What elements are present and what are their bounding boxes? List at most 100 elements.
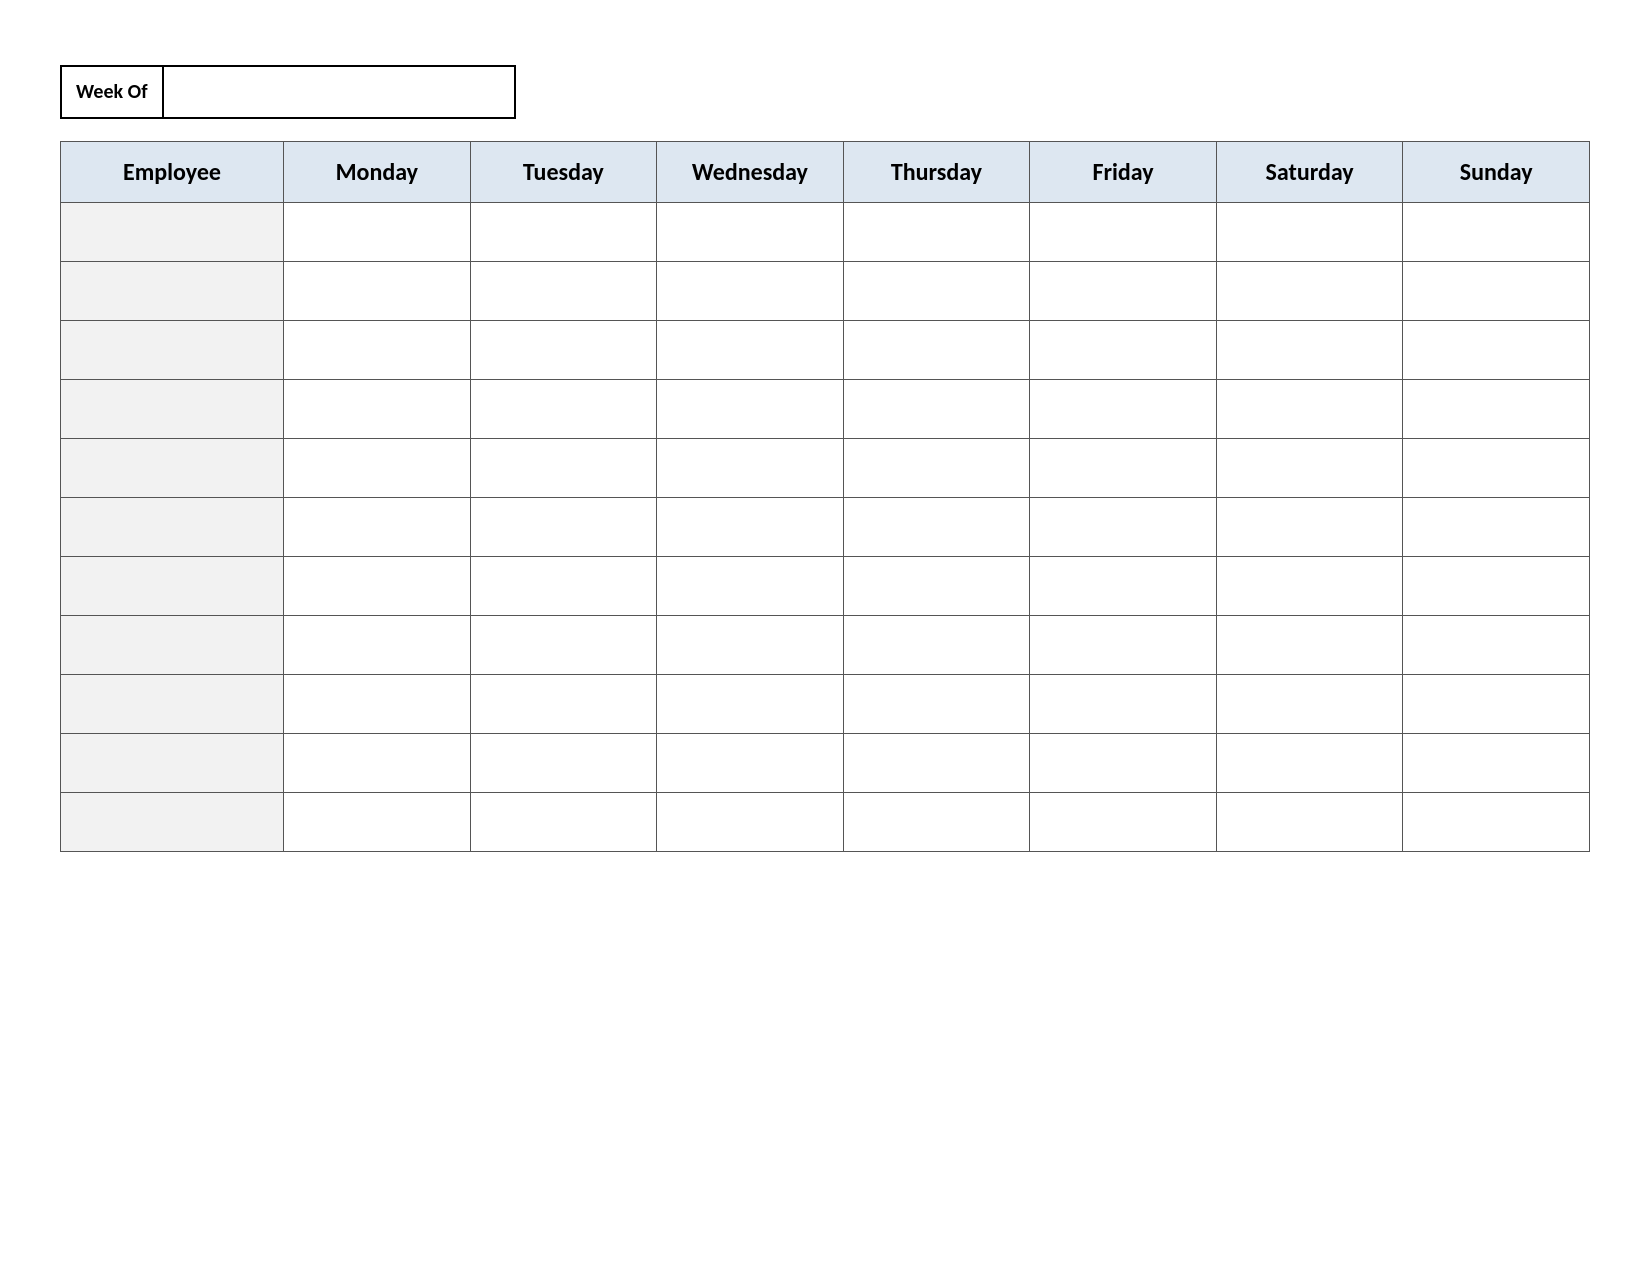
day-cell[interactable]: [284, 557, 471, 616]
day-cell[interactable]: [470, 793, 657, 852]
employee-cell[interactable]: [61, 557, 284, 616]
day-cell[interactable]: [657, 734, 844, 793]
table-row: [61, 616, 1590, 675]
employee-cell[interactable]: [61, 675, 284, 734]
day-cell[interactable]: [1403, 557, 1590, 616]
day-cell[interactable]: [284, 380, 471, 439]
day-cell[interactable]: [1030, 793, 1217, 852]
day-cell[interactable]: [1030, 498, 1217, 557]
day-cell[interactable]: [1030, 439, 1217, 498]
day-cell[interactable]: [657, 557, 844, 616]
day-cell[interactable]: [470, 203, 657, 262]
day-cell[interactable]: [1403, 793, 1590, 852]
day-cell[interactable]: [470, 321, 657, 380]
table-row: [61, 321, 1590, 380]
day-cell[interactable]: [843, 262, 1030, 321]
day-cell[interactable]: [284, 439, 471, 498]
week-of-label: Week Of: [62, 67, 164, 117]
day-cell[interactable]: [1030, 616, 1217, 675]
day-cell[interactable]: [657, 675, 844, 734]
table-row: [61, 734, 1590, 793]
day-cell[interactable]: [657, 321, 844, 380]
day-cell[interactable]: [1030, 262, 1217, 321]
employee-cell[interactable]: [61, 380, 284, 439]
day-cell[interactable]: [1403, 616, 1590, 675]
day-cell[interactable]: [284, 793, 471, 852]
table-row: [61, 557, 1590, 616]
day-cell[interactable]: [1216, 439, 1403, 498]
day-cell[interactable]: [1216, 203, 1403, 262]
day-cell[interactable]: [843, 203, 1030, 262]
day-cell[interactable]: [657, 203, 844, 262]
header-day-wednesday: Wednesday: [657, 142, 844, 203]
day-cell[interactable]: [843, 439, 1030, 498]
day-cell[interactable]: [284, 498, 471, 557]
employee-cell[interactable]: [61, 498, 284, 557]
employee-cell[interactable]: [61, 321, 284, 380]
day-cell[interactable]: [470, 734, 657, 793]
day-cell[interactable]: [470, 498, 657, 557]
day-cell[interactable]: [284, 734, 471, 793]
day-cell[interactable]: [1216, 262, 1403, 321]
day-cell[interactable]: [1403, 734, 1590, 793]
day-cell[interactable]: [657, 498, 844, 557]
day-cell[interactable]: [1216, 616, 1403, 675]
day-cell[interactable]: [1403, 380, 1590, 439]
day-cell[interactable]: [284, 675, 471, 734]
employee-cell[interactable]: [61, 734, 284, 793]
table-row: [61, 262, 1590, 321]
header-day-monday: Monday: [284, 142, 471, 203]
day-cell[interactable]: [1216, 380, 1403, 439]
employee-cell[interactable]: [61, 262, 284, 321]
day-cell[interactable]: [1030, 203, 1217, 262]
day-cell[interactable]: [1403, 262, 1590, 321]
day-cell[interactable]: [470, 616, 657, 675]
day-cell[interactable]: [1216, 675, 1403, 734]
day-cell[interactable]: [1030, 675, 1217, 734]
week-of-value[interactable]: [164, 67, 514, 117]
day-cell[interactable]: [843, 321, 1030, 380]
day-cell[interactable]: [1030, 557, 1217, 616]
day-cell[interactable]: [1403, 203, 1590, 262]
day-cell[interactable]: [843, 380, 1030, 439]
employee-cell[interactable]: [61, 203, 284, 262]
day-cell[interactable]: [284, 616, 471, 675]
day-cell[interactable]: [657, 793, 844, 852]
table-row: [61, 439, 1590, 498]
day-cell[interactable]: [470, 557, 657, 616]
day-cell[interactable]: [1403, 439, 1590, 498]
day-cell[interactable]: [1216, 793, 1403, 852]
day-cell[interactable]: [657, 262, 844, 321]
day-cell[interactable]: [470, 262, 657, 321]
day-cell[interactable]: [470, 439, 657, 498]
day-cell[interactable]: [1216, 498, 1403, 557]
week-of-field: Week Of: [60, 65, 516, 119]
day-cell[interactable]: [470, 380, 657, 439]
day-cell[interactable]: [470, 675, 657, 734]
day-cell[interactable]: [843, 498, 1030, 557]
day-cell[interactable]: [1030, 321, 1217, 380]
day-cell[interactable]: [284, 203, 471, 262]
day-cell[interactable]: [843, 734, 1030, 793]
day-cell[interactable]: [843, 675, 1030, 734]
day-cell[interactable]: [843, 793, 1030, 852]
day-cell[interactable]: [1216, 321, 1403, 380]
day-cell[interactable]: [657, 439, 844, 498]
day-cell[interactable]: [284, 262, 471, 321]
day-cell[interactable]: [1403, 675, 1590, 734]
day-cell[interactable]: [1403, 498, 1590, 557]
day-cell[interactable]: [1216, 734, 1403, 793]
schedule-body: [61, 203, 1590, 852]
day-cell[interactable]: [843, 616, 1030, 675]
day-cell[interactable]: [657, 616, 844, 675]
day-cell[interactable]: [1216, 557, 1403, 616]
employee-cell[interactable]: [61, 793, 284, 852]
employee-cell[interactable]: [61, 439, 284, 498]
employee-cell[interactable]: [61, 616, 284, 675]
day-cell[interactable]: [1030, 380, 1217, 439]
day-cell[interactable]: [1403, 321, 1590, 380]
day-cell[interactable]: [657, 380, 844, 439]
day-cell[interactable]: [843, 557, 1030, 616]
day-cell[interactable]: [1030, 734, 1217, 793]
day-cell[interactable]: [284, 321, 471, 380]
